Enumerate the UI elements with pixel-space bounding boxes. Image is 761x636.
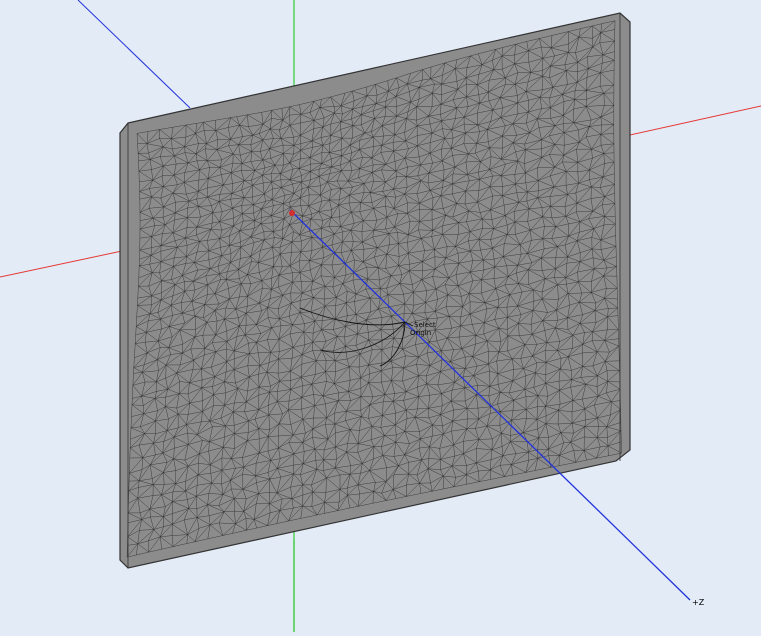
z-axis-label: +Z — [692, 598, 705, 607]
scene-canvas[interactable]: Select Origin +Z — [0, 0, 761, 632]
x-axis-line-right — [629, 105, 761, 136]
mesh-plate[interactable] — [119, 12, 631, 569]
z-axis-line-back — [77, 0, 191, 109]
gizmo-label-origin: Origin — [410, 329, 431, 337]
3d-viewport[interactable]: Select Origin +Z — [0, 0, 761, 632]
gizmo-label-select: Select — [414, 321, 436, 329]
x-axis-line-left — [0, 250, 123, 278]
origin-marker[interactable] — [289, 210, 295, 216]
